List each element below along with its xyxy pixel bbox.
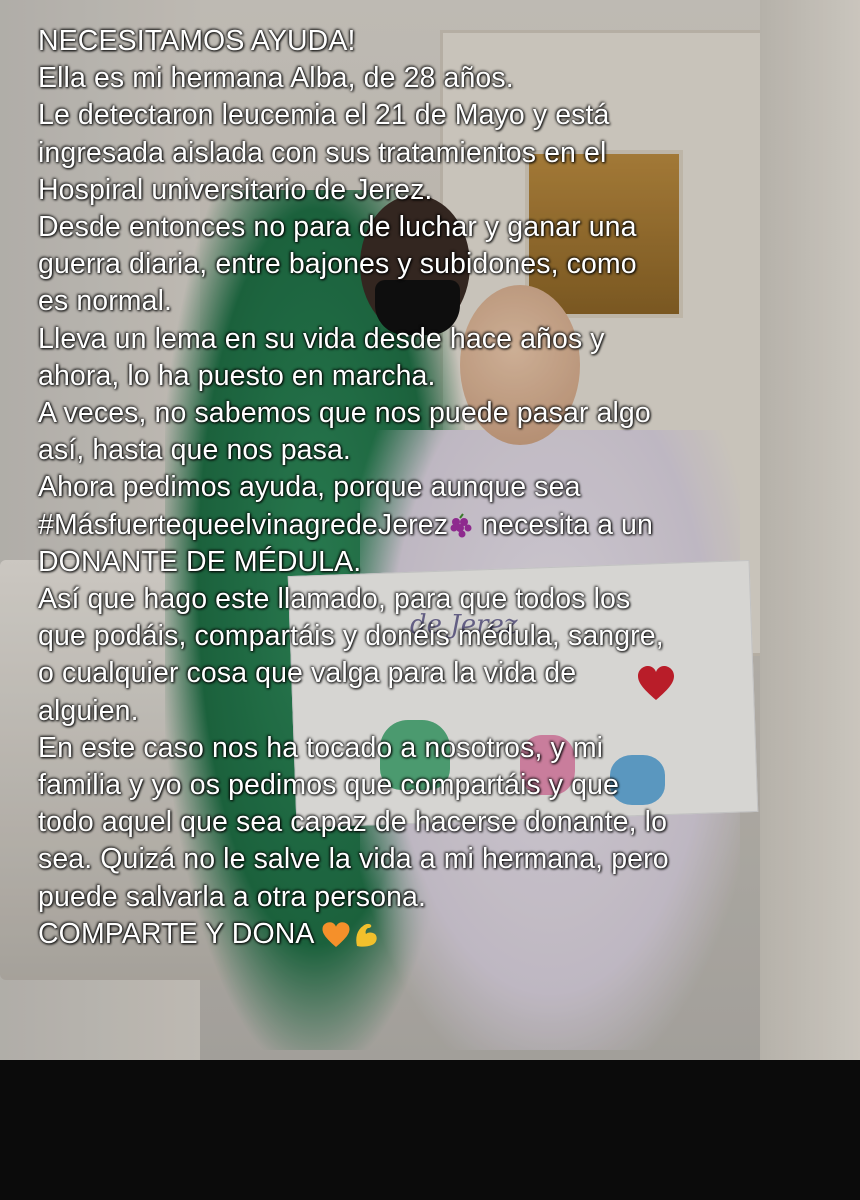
post-line: así, hasta que nos pasa.: [38, 434, 351, 467]
post-line: guerra diaria, entre bajones y subidones…: [38, 248, 637, 281]
orange-heart-icon: [322, 922, 350, 948]
post-text: NECESITAMOS AYUDA! Ella es mi hermana Al…: [38, 23, 838, 953]
post-line: Ahora pedimos ayuda, porque aunque sea: [38, 471, 581, 504]
post-line: familia y yo os pedimos que compartáis y…: [38, 769, 620, 802]
text-background-band: [0, 1060, 860, 1200]
post-line: todo aquel que sea capaz de hacerse dona…: [38, 806, 668, 839]
post-image: de Jerez NECESITAMOS AYUDA! Ella es mi h…: [0, 0, 860, 1200]
post-line: Hospiral universitario de Jerez.: [38, 173, 433, 206]
hashtag: #MásfuertequeelvinagredeJerez: [38, 508, 449, 541]
post-line: ahora, lo ha puesto en marcha.: [38, 359, 436, 392]
post-line: Ella es mi hermana Alba, de 28 años.: [38, 62, 514, 95]
post-line: A veces, no sabemos que nos puede pasar …: [38, 397, 651, 430]
hashtag-line-rest: necesita a un: [474, 508, 653, 541]
post-line: es normal.: [38, 285, 173, 318]
post-line: o cualquier cosa que valga para la vida …: [38, 657, 577, 690]
post-line: alguien.: [38, 694, 139, 727]
post-line: Lleva un lema en su vida desde hace años…: [38, 322, 605, 355]
post-line: Desde entonces no para de luchar y ganar…: [38, 211, 637, 244]
post-line: puede salvarla a otra persona.: [38, 880, 427, 913]
post-line: Así que hago este llamado, para que todo…: [38, 583, 631, 616]
post-line: que podáis, compartáis y donéis médula, …: [38, 620, 664, 653]
post-line: Le detectaron leucemia el 21 de Mayo y e…: [38, 99, 610, 132]
final-line: COMPARTE Y DONA: [38, 916, 838, 953]
post-line: sea. Quizá no le salve la vida a mi herm…: [38, 843, 669, 876]
call-to-action: COMPARTE Y DONA: [38, 917, 313, 950]
post-line: DONANTE DE MÉDULA.: [38, 545, 362, 578]
post-line: ingresada aislada con sus tratamientos e…: [38, 136, 607, 169]
grapes-icon: [450, 513, 472, 538]
flexed-biceps-icon: [356, 924, 377, 948]
hashtag-line: #MásfuertequeelvinagredeJerez necesita a…: [38, 507, 838, 544]
post-line: NECESITAMOS AYUDA!: [38, 25, 356, 57]
post-line: En este caso nos ha tocado a nosotros, y…: [38, 731, 604, 764]
